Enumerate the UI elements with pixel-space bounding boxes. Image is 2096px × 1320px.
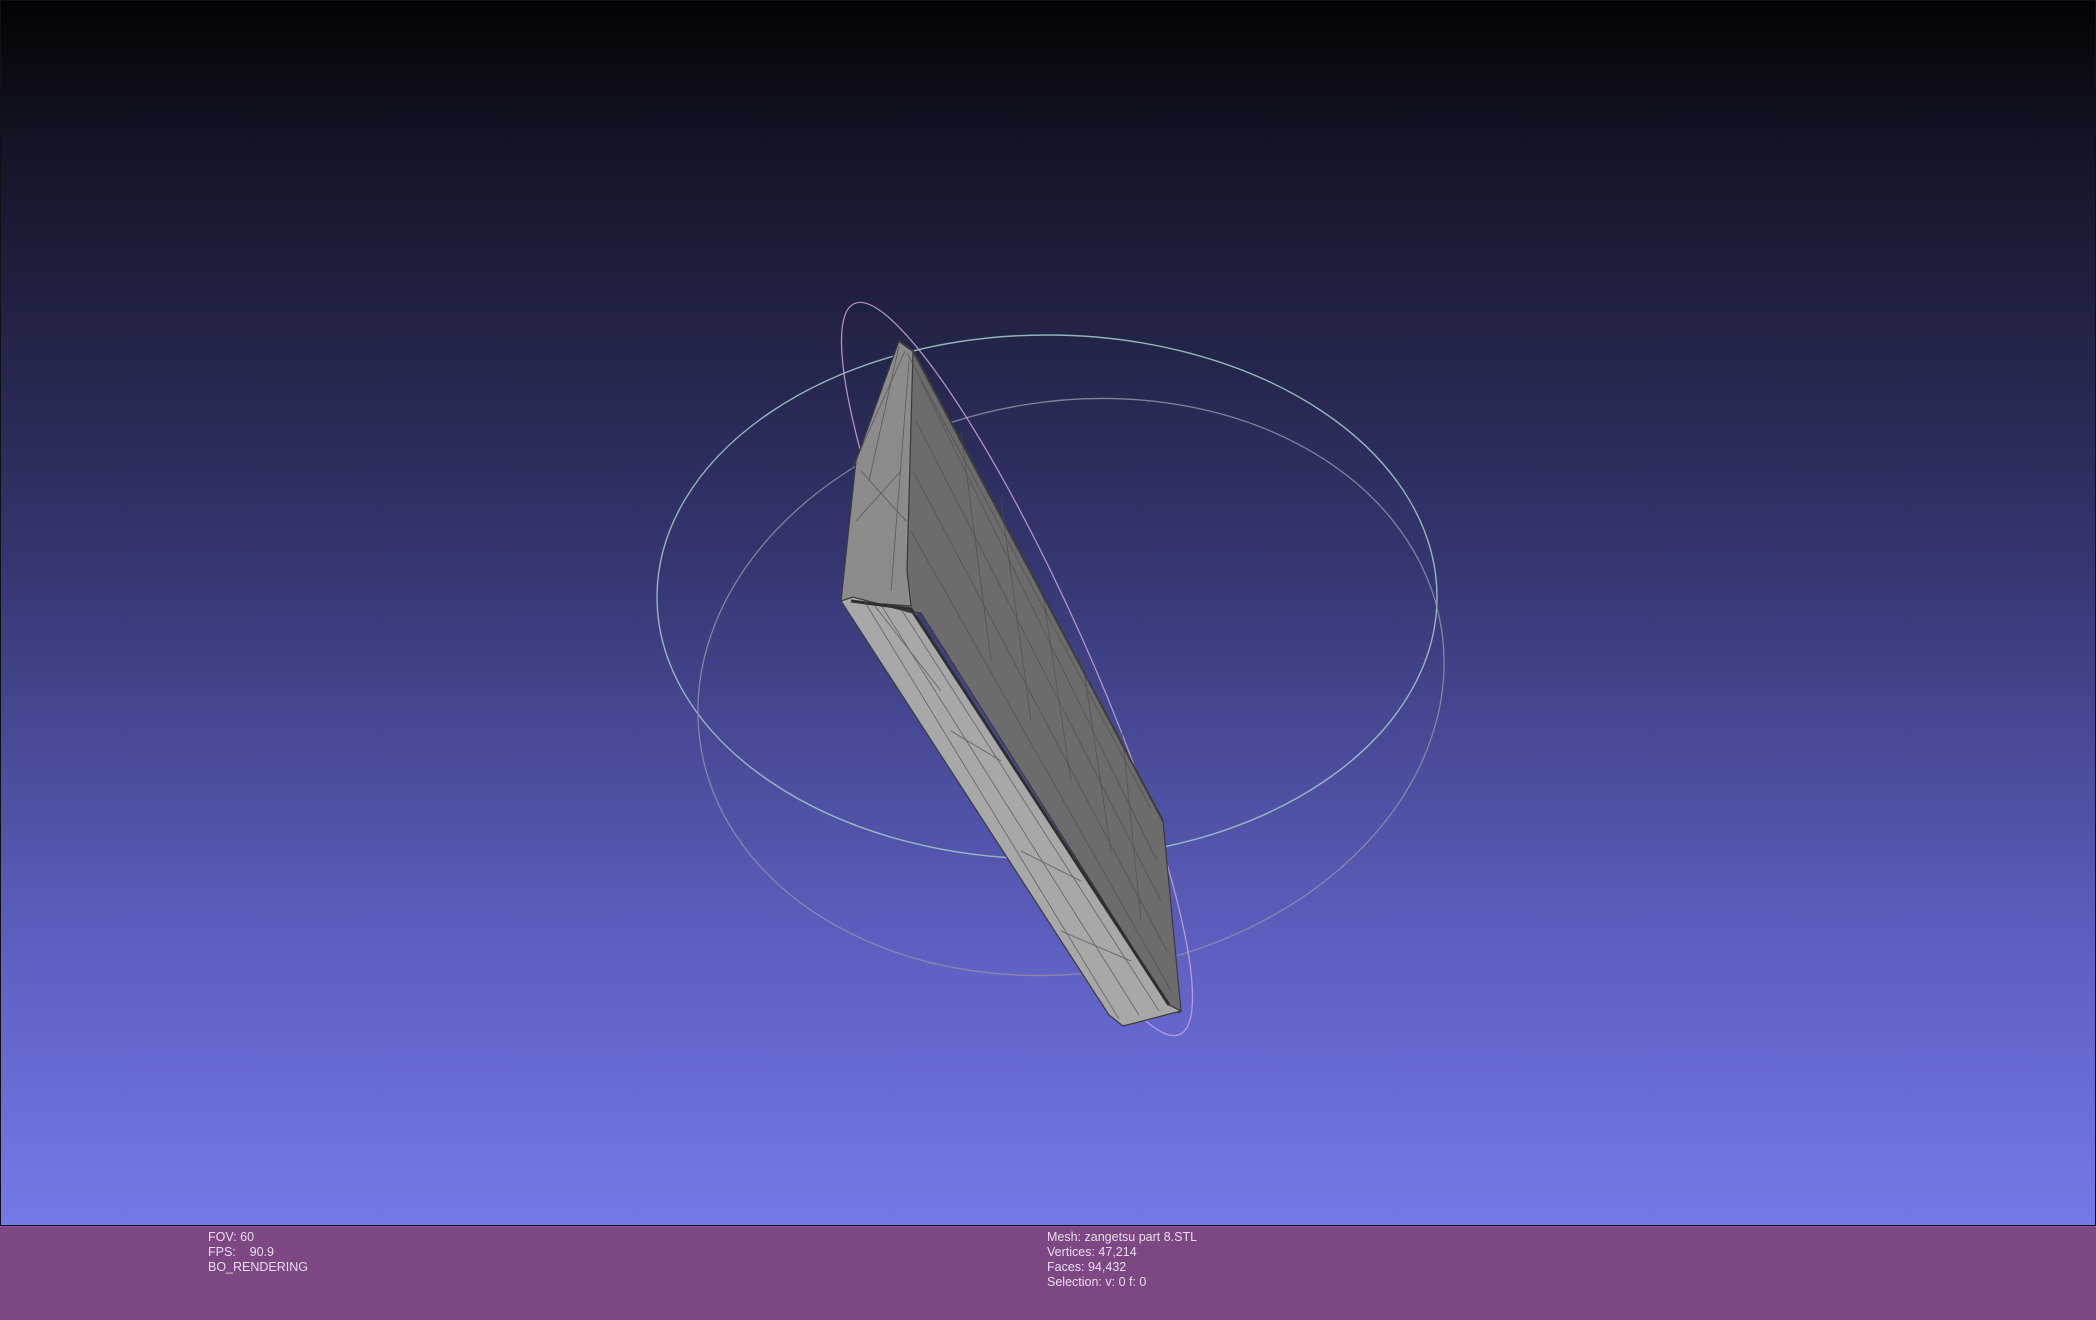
status-info-bar: FOV: 60 FPS: 90.9 BO_RENDERING Mesh: zan…: [0, 1226, 2096, 1320]
mesh-end-face: [840, 340, 914, 607]
fps-label: FPS: 90.9: [208, 1245, 275, 1259]
scene-canvas[interactable]: [1, 1, 2096, 1226]
render-info-panel: FOV: 60 FPS: 90.9 BO_RENDERING: [208, 1230, 308, 1275]
mesh-zangetsu-part[interactable]: [840, 339, 1183, 1027]
mesh-name-label: Mesh: zangetsu part 8.STL: [1047, 1230, 1198, 1244]
faces-count-label: Faces: 94,432: [1047, 1260, 1127, 1274]
3d-viewport[interactable]: [0, 0, 2096, 1226]
render-mode-label: BO_RENDERING: [208, 1260, 309, 1274]
selection-label: Selection: v: 0 f: 0: [1047, 1275, 1147, 1289]
mesh-info-panel: Mesh: zangetsu part 8.STL Vertices: 47,2…: [1047, 1230, 1197, 1290]
vertices-count-label: Vertices: 47,214: [1047, 1245, 1137, 1259]
fov-label: FOV: 60: [208, 1230, 255, 1244]
